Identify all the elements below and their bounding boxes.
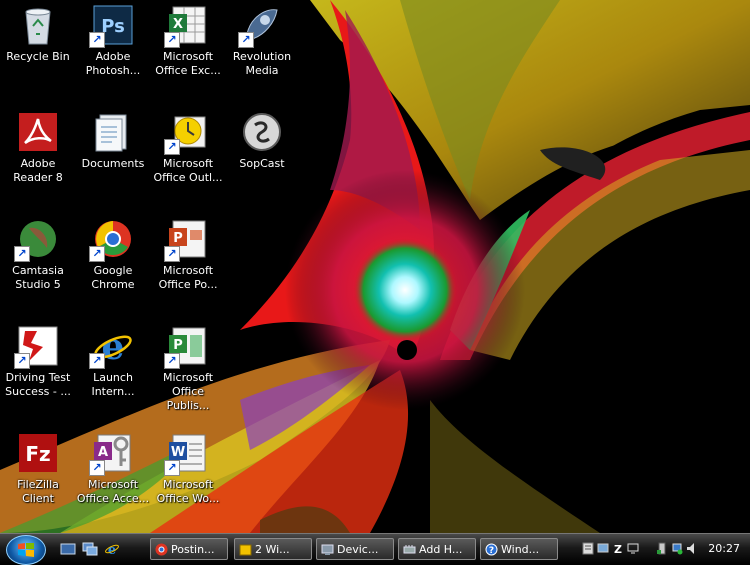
tray-network-icon[interactable]	[597, 542, 609, 555]
desktop-icon-outlook[interactable]: ↗ Microsoft Office Outl...	[150, 107, 226, 207]
desktop-icon-excel[interactable]: X ↗ Microsoft Office Exc...	[150, 0, 226, 100]
desktop-icon-label: Driving Test Success - ...	[5, 371, 71, 398]
tray-volume-icon[interactable]	[686, 542, 698, 555]
taskbar-button-folder[interactable]: 2 Wi...	[234, 538, 312, 560]
desktop-icon-revolution-media[interactable]: ↗ Revolution Media	[224, 0, 300, 100]
desktop-icon-driving-test[interactable]: ↗ Driving Test Success - ...	[0, 321, 76, 421]
adobe-reader-icon	[19, 113, 57, 151]
desktop-icon-recycle-bin[interactable]: Recycle Bin	[0, 0, 76, 100]
svg-text:X: X	[173, 17, 183, 32]
desktop-icon-photoshop[interactable]: Ps ↗ Adobe Photosh...	[75, 0, 151, 100]
help-icon: ?	[485, 543, 498, 556]
desktop-icon-label: FileZilla Client	[17, 478, 59, 505]
shortcut-arrow-icon: ↗	[14, 353, 30, 369]
tray-network-status-icon[interactable]	[671, 542, 683, 555]
svg-text:?: ?	[489, 546, 494, 556]
shortcut-arrow-icon: ↗	[164, 246, 180, 262]
desktop-icon-access[interactable]: A ↗ Microsoft Office Acce...	[75, 428, 151, 528]
taskbar-button-label: Wind...	[501, 543, 540, 556]
svg-text:W: W	[171, 445, 185, 460]
system-tray: Z 20:27	[578, 538, 748, 560]
filezilla-icon: Fz	[19, 434, 57, 472]
tray-filezilla-icon[interactable]: Z	[612, 542, 624, 555]
svg-text:P: P	[173, 231, 183, 246]
desktop-icon-label: Camtasia Studio 5	[12, 264, 64, 291]
desktop-icon-label: SopCast	[239, 157, 285, 170]
desktop-icon-label: Google Chrome	[91, 264, 135, 291]
tray-app-icon[interactable]	[582, 542, 594, 555]
add-hardware-icon	[403, 545, 416, 554]
shortcut-arrow-icon: ↗	[164, 460, 180, 476]
desktop-icon-label: Documents	[81, 157, 145, 170]
taskbar-button-label: 2 Wi...	[255, 543, 290, 556]
documents-icon	[95, 114, 127, 152]
desktop-icon-documents[interactable]: Documents	[75, 107, 151, 207]
start-button[interactable]	[6, 535, 46, 565]
taskbar: e Postin... 2 Wi... Devic... Add H... ? …	[0, 533, 750, 565]
sopcast-icon	[243, 113, 281, 151]
svg-text:P: P	[173, 338, 183, 353]
shortcut-arrow-icon: ↗	[89, 460, 105, 476]
desktop-icon-label: Microsoft Office Outl...	[153, 157, 223, 184]
taskbar-button-chrome[interactable]: Postin...	[150, 538, 228, 560]
desktop-icon-label: Microsoft Office Wo...	[156, 478, 220, 505]
taskbar-button-add-hardware[interactable]: Add H...	[398, 538, 476, 560]
clock[interactable]: 20:27	[708, 538, 740, 560]
shortcut-arrow-icon: ↗	[89, 32, 105, 48]
shortcut-arrow-icon: ↗	[164, 139, 180, 155]
shortcut-arrow-icon: ↗	[164, 353, 180, 369]
desktop-icon-word[interactable]: W ↗ Microsoft Office Wo...	[150, 428, 226, 528]
tray-safely-remove-icon[interactable]	[656, 542, 668, 555]
desktop-icon-label: Adobe Reader 8	[13, 157, 63, 184]
svg-text:Z: Z	[614, 543, 622, 555]
recycle-bin-icon	[25, 8, 51, 45]
desktop-icon-label: Recycle Bin	[6, 50, 70, 63]
switch-windows-icon[interactable]	[82, 542, 98, 556]
desktop-icon-adobe-reader[interactable]: Adobe Reader 8	[0, 107, 76, 207]
shortcut-arrow-icon: ↗	[14, 246, 30, 262]
desktop-icon-filezilla[interactable]: Fz FileZilla Client	[0, 428, 76, 528]
desktop-icon-label: Microsoft Office Exc...	[155, 50, 221, 77]
shortcut-arrow-icon: ↗	[89, 353, 105, 369]
desktop-icon-label: Microsoft Office Acce...	[76, 478, 150, 505]
internet-explorer-icon[interactable]: e	[104, 542, 120, 556]
folder-icon	[239, 544, 252, 556]
desktop-icon-camtasia[interactable]: ↗ Camtasia Studio 5	[0, 214, 76, 314]
taskbar-button-device-manager[interactable]: Devic...	[316, 538, 394, 560]
chrome-icon	[155, 543, 168, 556]
taskbar-button-label: Postin...	[171, 543, 215, 556]
shortcut-arrow-icon: ↗	[238, 32, 254, 48]
svg-text:A: A	[98, 445, 108, 460]
desktop-icon-label: Microsoft Office Po...	[158, 264, 218, 291]
tray-monitor-icon[interactable]	[627, 542, 639, 555]
desktop-icon-sopcast[interactable]: SopCast	[224, 107, 300, 207]
desktop-icon-internet-explorer[interactable]: e ↗ Launch Intern...	[75, 321, 151, 421]
shortcut-arrow-icon: ↗	[164, 32, 180, 48]
taskbar-button-label: Devic...	[337, 543, 379, 556]
desktop-icon-publisher[interactable]: P ↗ Microsoft Office Publis...	[150, 321, 226, 421]
svg-text:Fz: Fz	[25, 442, 50, 466]
desktop-icon-powerpoint[interactable]: P ↗ Microsoft Office Po...	[150, 214, 226, 314]
desktop-icon-label: Microsoft Office Publis...	[162, 371, 214, 412]
desktop-icon-label: Revolution Media	[232, 50, 292, 77]
taskbar-button-help[interactable]: ? Wind...	[480, 538, 558, 560]
taskbar-button-label: Add H...	[419, 543, 463, 556]
device-manager-icon	[321, 544, 334, 555]
windows-start-orb-icon	[18, 543, 34, 557]
desktop-icon-label: Launch Intern...	[91, 371, 135, 398]
desktop-icon-chrome[interactable]: ↗ Google Chrome	[75, 214, 151, 314]
shortcut-arrow-icon: ↗	[89, 246, 105, 262]
desktop-icon-label: Adobe Photosh...	[85, 50, 141, 77]
show-desktop-icon[interactable]	[60, 542, 76, 556]
